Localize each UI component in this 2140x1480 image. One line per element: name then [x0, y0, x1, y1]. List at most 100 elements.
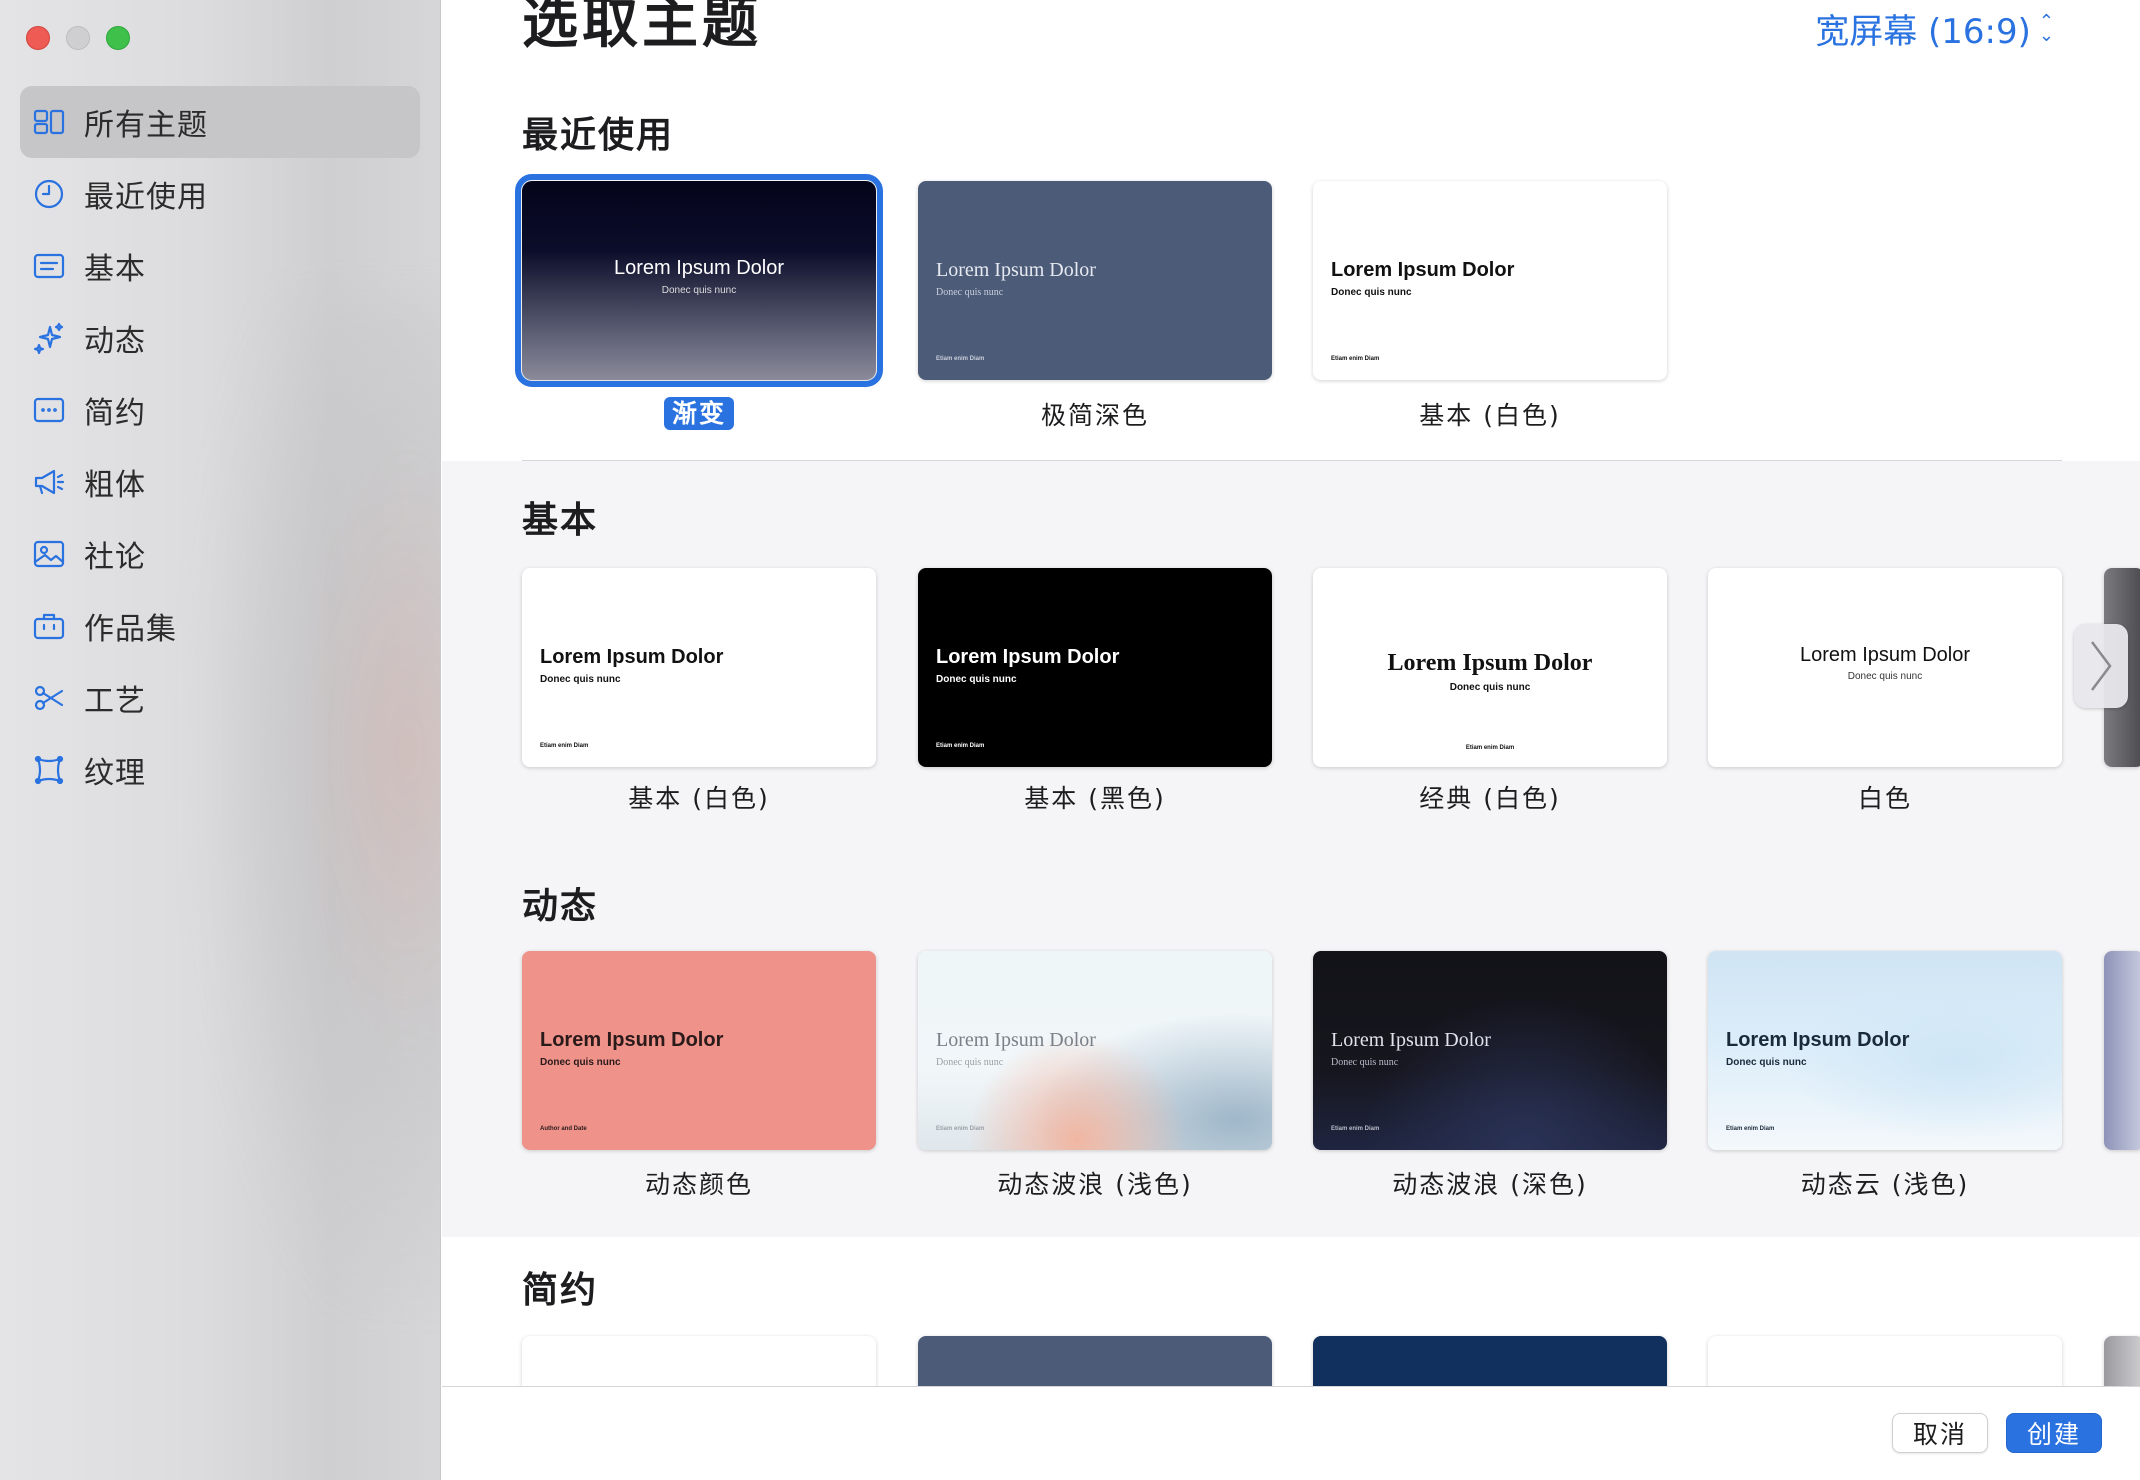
- theme-label: 动态波浪 (浅色): [997, 1170, 1193, 1199]
- thumb-footer: Etiam enim Diam: [936, 356, 985, 362]
- theme-thumbnail-minimal-dark[interactable]: Lorem Ipsum Dolor Donec quis nunc Etiam …: [918, 181, 1272, 380]
- zoom-window-button[interactable]: [106, 26, 130, 50]
- clock-icon: [32, 177, 66, 211]
- thumb-subtitle: Donec quis nunc: [1331, 287, 1412, 298]
- theme-thumbnail-simple-4[interactable]: [1708, 1336, 2062, 1386]
- theme-thumbnail-basic-black[interactable]: Lorem Ipsum Dolor Donec quis nunc Etiam …: [918, 568, 1272, 767]
- theme-thumbnail-dynamic-wave-light[interactable]: Lorem Ipsum Dolor Donec quis nunc Etiam …: [918, 951, 1272, 1150]
- sidebar-item-label: 动态: [84, 324, 146, 359]
- sidebar-item-label: 简约: [84, 396, 146, 431]
- section-dynamic: 动态 Lorem Ipsum Dolor Donec quis nunc Aut…: [442, 853, 2140, 1237]
- thumb-footer: Etiam enim Diam: [936, 1126, 985, 1132]
- briefcase-icon: [32, 609, 66, 643]
- sidebar-item-simple[interactable]: 简约: [20, 374, 420, 446]
- create-button[interactable]: 创建: [2006, 1413, 2103, 1453]
- thumb-footer: Etiam enim Diam: [1726, 1126, 1775, 1132]
- sparkles-icon: [32, 321, 66, 355]
- thumb-subtitle: Donec quis nunc: [936, 674, 1017, 685]
- cancel-button[interactable]: 取消: [1892, 1413, 1989, 1453]
- theme-thumbnail-dynamic-cloud-light[interactable]: Lorem Ipsum Dolor Donec quis nunc Etiam …: [1708, 951, 2062, 1150]
- slide-dots-icon: [32, 393, 66, 427]
- theme-label: 动态云 (浅色): [1800, 1170, 1970, 1199]
- frame-icon: [32, 753, 66, 787]
- thumb-footer: Etiam enim Diam: [936, 743, 985, 749]
- section-simple: 简约: [442, 1237, 2140, 1386]
- thumb-footer: Etiam enim Diam: [1331, 1126, 1380, 1132]
- theme-thumbnail-basic-white[interactable]: Lorem Ipsum Dolor Donec quis nunc Etiam …: [522, 568, 876, 767]
- thumb-title: Lorem Ipsum Dolor: [936, 1029, 1096, 1051]
- thumb-footer: Etiam enim Diam: [1331, 356, 1380, 362]
- thumb-subtitle: Donec quis nunc: [540, 674, 621, 685]
- sidebar: 所有主题 最近使用 基本 动态 简约 粗体 社论 作品集 工艺 纹理: [0, 0, 441, 1480]
- theme-thumbnail-simple-3[interactable]: [1313, 1336, 1667, 1386]
- theme-label: 基本 (白色): [1419, 401, 1561, 430]
- section-recent: 最近使用 Lorem Ipsum Dolor Donec quis nunc 渐…: [442, 0, 2140, 461]
- theme-thumbnail-dynamic-color[interactable]: Lorem Ipsum Dolor Donec quis nunc Author…: [522, 951, 876, 1150]
- thumb-subtitle: Donec quis nunc: [661, 285, 737, 296]
- theme-thumbnail-white[interactable]: Lorem Ipsum Dolor Donec quis nunc: [1708, 568, 2062, 767]
- thumb-title: Lorem Ipsum Dolor: [936, 646, 1120, 668]
- theme-label: 动态颜色: [644, 1170, 753, 1199]
- theme-thumbnail-partial[interactable]: [2104, 951, 2140, 1150]
- theme-label: 基本 (白色): [628, 784, 770, 813]
- theme-label: 基本 (黑色): [1024, 784, 1166, 813]
- scroll-right-button[interactable]: [2074, 624, 2128, 708]
- theme-thumbnail-gradient[interactable]: Lorem Ipsum Dolor Donec quis nunc: [515, 174, 883, 387]
- thumb-title: Lorem Ipsum Dolor: [1799, 644, 1971, 666]
- sidebar-item-portfolio[interactable]: 作品集: [20, 590, 420, 662]
- theme-thumbnail-simple-1[interactable]: [522, 1336, 876, 1386]
- theme-thumbnail-simple-2[interactable]: [918, 1336, 1272, 1386]
- sidebar-item-label: 最近使用: [84, 180, 208, 215]
- thumb-title: Lorem Ipsum Dolor: [1331, 259, 1515, 281]
- theme-label: 动态波浪 (深色): [1392, 1170, 1588, 1199]
- sidebar-nav: 所有主题 最近使用 基本 动态 简约 粗体 社论 作品集 工艺 纹理: [20, 86, 420, 806]
- section-basic: 基本 Lorem Ipsum Dolor Donec quis nunc Eti…: [442, 461, 2140, 853]
- sidebar-item-recent[interactable]: 最近使用: [20, 158, 420, 230]
- sidebar-item-label: 所有主题: [84, 108, 208, 143]
- theme-label: 渐变: [522, 394, 876, 430]
- thumb-title: Lorem Ipsum Dolor: [1331, 1029, 1491, 1051]
- thumb-title: Lorem Ipsum Dolor: [936, 259, 1096, 281]
- section-title: 最近使用: [522, 115, 675, 156]
- theme-thumbnail-partial[interactable]: [2104, 1336, 2140, 1386]
- thumb-subtitle: Donec quis nunc: [540, 1057, 621, 1068]
- scissors-icon: [32, 681, 66, 715]
- theme-label: 经典 (白色): [1419, 784, 1561, 813]
- dialog-footer: 取消 创建: [442, 1386, 2140, 1480]
- thumb-subtitle: Donec quis nunc: [1847, 671, 1923, 682]
- theme-thumbnail-dynamic-wave-dark[interactable]: Lorem Ipsum Dolor Donec quis nunc Etiam …: [1313, 951, 1667, 1150]
- close-window-button[interactable]: [26, 26, 50, 50]
- photo-icon: [32, 537, 66, 571]
- sidebar-item-craft[interactable]: 工艺: [20, 662, 420, 734]
- slide-basic-icon: [32, 249, 66, 283]
- thumb-title: Lorem Ipsum Dolor: [1726, 1029, 1910, 1051]
- sidebar-item-label: 纹理: [84, 756, 146, 791]
- grid-icon: [32, 105, 66, 139]
- thumb-title: Lorem Ipsum Dolor: [540, 1029, 724, 1051]
- thumb-subtitle: Donec quis nunc: [1726, 1057, 1807, 1068]
- theme-chooser-main: 选取主题 宽屏幕 (16:9) ⌃ ⌄ 最近使用 Lorem Ipsum Dolo…: [442, 0, 2140, 1386]
- thumb-subtitle: Donec quis nunc: [936, 1057, 1004, 1068]
- chevron-right-icon: [2091, 641, 2112, 691]
- sidebar-item-bold[interactable]: 粗体: [20, 446, 420, 518]
- sidebar-item-basic[interactable]: 基本: [20, 230, 420, 302]
- section-title: 动态: [522, 886, 599, 927]
- thumb-footer: Etiam enim Diam: [1465, 745, 1515, 751]
- sidebar-item-label: 工艺: [84, 684, 146, 719]
- sidebar-item-editorial[interactable]: 社论: [20, 518, 420, 590]
- thumb-footer: Etiam enim Diam: [540, 743, 589, 749]
- sidebar-item-label: 粗体: [84, 468, 146, 503]
- sidebar-item-texture[interactable]: 纹理: [20, 734, 420, 806]
- minimize-window-button[interactable]: [66, 26, 90, 50]
- section-title: 简约: [522, 1270, 599, 1311]
- megaphone-icon: [32, 465, 66, 499]
- sidebar-item-all-themes[interactable]: 所有主题: [20, 86, 420, 158]
- thumb-title: Lorem Ipsum Dolor: [613, 257, 785, 279]
- sidebar-item-label: 社论: [84, 540, 146, 575]
- thumb-subtitle: Donec quis nunc: [1331, 1057, 1399, 1068]
- theme-thumbnail-basic-white[interactable]: Lorem Ipsum Dolor Donec quis nunc Etiam …: [1313, 181, 1667, 380]
- sidebar-item-label: 基本: [84, 252, 146, 287]
- thumb-title: Lorem Ipsum Dolor: [1387, 650, 1593, 676]
- sidebar-item-dynamic[interactable]: 动态: [20, 302, 420, 374]
- theme-thumbnail-classic-white[interactable]: Lorem Ipsum Dolor Donec quis nunc Etiam …: [1313, 568, 1667, 767]
